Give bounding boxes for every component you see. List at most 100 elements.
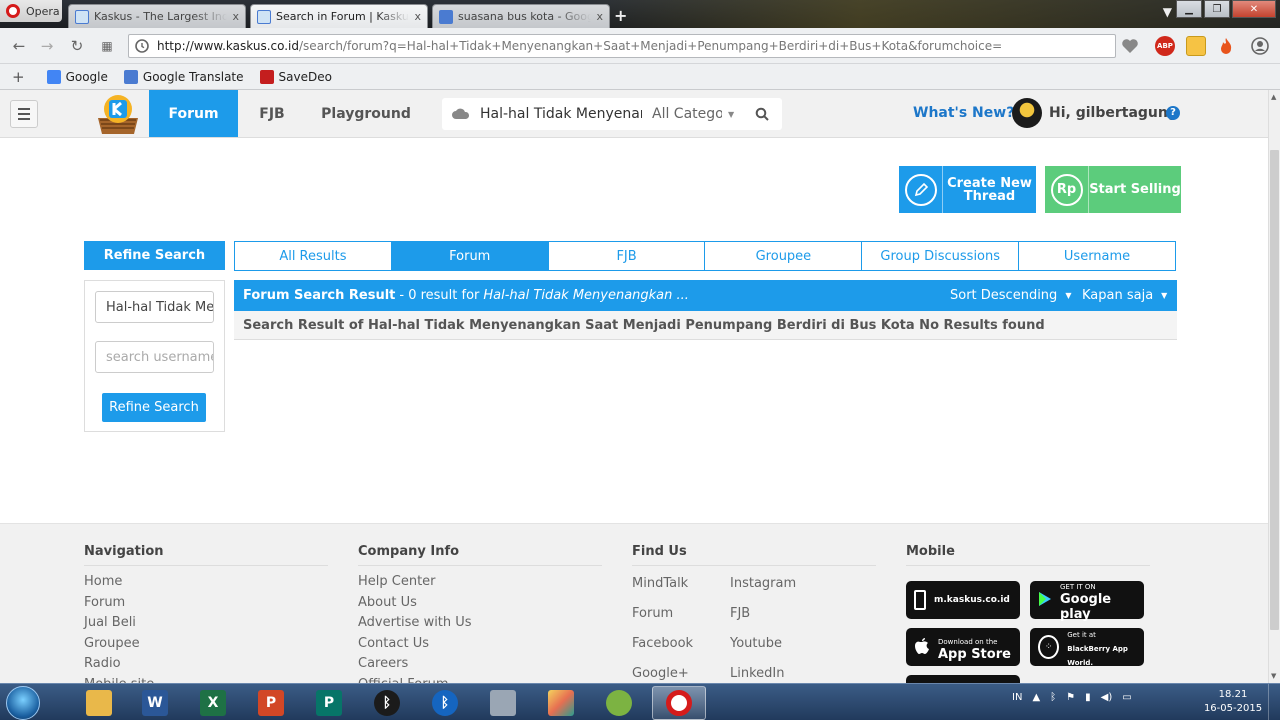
refine-query-input[interactable]: Hal-hal Tidak Menyenangkan: [95, 291, 214, 323]
taskbar-opera[interactable]: [652, 686, 706, 720]
taskbar-clock[interactable]: 18.21 16-05-2015: [1200, 688, 1266, 716]
tray-volume-icon[interactable]: ◀): [1101, 692, 1113, 703]
footer-link[interactable]: MindTalk: [632, 572, 730, 602]
blackberry-badge[interactable]: ⁘ Get it at BlackBerry App World.: [1030, 628, 1144, 667]
adblock-plus-icon[interactable]: ABP: [1155, 36, 1175, 56]
start-selling-button[interactable]: Rp Start Selling: [1045, 166, 1181, 213]
browser-tab[interactable]: suasana bus kota - Google Search x: [432, 4, 610, 28]
scroll-up-icon[interactable]: ▲: [1271, 93, 1276, 101]
taskbar-excel[interactable]: X: [188, 686, 238, 720]
tab-username[interactable]: Username: [1019, 242, 1175, 270]
tab-forum[interactable]: Forum: [391, 242, 549, 270]
footer-link[interactable]: FJB: [730, 602, 828, 632]
category-select[interactable]: All Categories ▼: [642, 106, 742, 122]
taskbar-word[interactable]: W: [130, 686, 180, 720]
tab-close-icon[interactable]: x: [232, 10, 239, 23]
footer-link[interactable]: Contact Us: [358, 634, 602, 655]
site-info-icon[interactable]: [135, 39, 149, 53]
folder-extension-icon[interactable]: [1186, 36, 1206, 56]
footer-link[interactable]: Groupee: [84, 634, 328, 655]
sort-dropdown[interactable]: Sort Descending ▼: [950, 288, 1071, 303]
tray-network-icon[interactable]: ▮: [1085, 692, 1091, 703]
taskbar-bluetooth[interactable]: ᛒ: [362, 686, 412, 720]
maximize-button[interactable]: ❐: [1204, 0, 1230, 18]
avatar[interactable]: [1012, 98, 1042, 128]
speed-dial-icon[interactable]: ▦: [98, 37, 116, 55]
footer-link[interactable]: Youtube: [730, 632, 828, 662]
google-play-badge[interactable]: GET IT ON Google play: [1030, 581, 1144, 622]
nav-fjb[interactable]: FJB: [250, 90, 294, 137]
scroll-thumb[interactable]: [1270, 150, 1279, 630]
footer-link[interactable]: Official Forum: [358, 675, 602, 684]
bookmark-google[interactable]: Google: [46, 69, 108, 84]
hamburger-menu-icon[interactable]: [10, 100, 38, 128]
tray-bluetooth-icon[interactable]: ᛒ: [1050, 692, 1056, 703]
footer-link[interactable]: Radio: [84, 654, 328, 675]
whats-new-link[interactable]: What's New?: [913, 105, 1014, 121]
footer-link[interactable]: Careers: [358, 654, 602, 675]
tray-battery-icon[interactable]: ▭: [1122, 692, 1131, 703]
tab-all-results[interactable]: All Results: [235, 242, 392, 270]
language-indicator[interactable]: IN: [1012, 692, 1022, 703]
app-store-badge[interactable]: Download on the App Store: [906, 628, 1020, 666]
footer-link[interactable]: LinkedIn: [730, 662, 828, 683]
page-scrollbar[interactable]: ▲ ▼: [1268, 90, 1280, 683]
tray-expand-icon[interactable]: ▲: [1032, 692, 1040, 703]
minimize-button[interactable]: ▁: [1176, 0, 1202, 18]
header-search-input[interactable]: Hal-hal Tidak Menyenangkan: [480, 106, 642, 122]
taskbar-bluetooth-2[interactable]: ᛒ: [420, 686, 470, 720]
tab-close-icon[interactable]: x: [596, 10, 603, 23]
nav-playground[interactable]: Playground: [316, 90, 416, 137]
address-field[interactable]: http://www.kaskus.co.id/search/forum?q=H…: [128, 34, 1116, 58]
footer-link[interactable]: Jual Beli: [84, 613, 328, 634]
footer-link[interactable]: Instagram: [730, 572, 828, 602]
flame-extension-icon[interactable]: [1216, 36, 1236, 56]
footer-link[interactable]: Google+: [632, 662, 730, 683]
footer-link[interactable]: Forum: [84, 593, 328, 614]
taskbar-paint[interactable]: [536, 686, 586, 720]
footer-link[interactable]: Facebook: [632, 632, 730, 662]
show-desktop-button[interactable]: [1268, 684, 1280, 721]
footer-link[interactable]: About Us: [358, 593, 602, 614]
mobile-site-badge[interactable]: m.kaskus.co.id: [906, 581, 1020, 619]
opera-menu-button[interactable]: Opera: [0, 0, 62, 22]
footer-link[interactable]: Mobile site: [84, 675, 328, 684]
footer-link[interactable]: Home: [84, 572, 328, 593]
heart-icon[interactable]: [1120, 36, 1140, 56]
taskbar-powerpoint[interactable]: P: [246, 686, 296, 720]
footer-link[interactable]: Advertise with Us: [358, 613, 602, 634]
extra-mobile-badge[interactable]: [906, 675, 1020, 683]
time-filter-dropdown[interactable]: Kapan saja ▼: [1082, 288, 1167, 303]
tab-groupee[interactable]: Groupee: [705, 242, 863, 270]
bookmark-savedeo[interactable]: SaveDeo: [259, 69, 332, 84]
taskbar-calculator[interactable]: [478, 686, 528, 720]
start-button[interactable]: [6, 686, 40, 720]
tab-group-discussions[interactable]: Group Discussions: [862, 242, 1020, 270]
reload-icon[interactable]: ↻: [68, 37, 86, 55]
new-tab-button[interactable]: +: [614, 6, 627, 25]
search-icon[interactable]: [742, 107, 782, 121]
tab-close-icon[interactable]: x: [414, 10, 421, 23]
tray-flag-icon[interactable]: ⚑: [1066, 692, 1075, 703]
close-window-button[interactable]: ✕: [1232, 0, 1276, 18]
create-thread-button[interactable]: Create New Thread: [899, 166, 1036, 213]
help-icon[interactable]: ?: [1166, 106, 1180, 120]
taskbar-corel[interactable]: [594, 686, 644, 720]
tab-menu-icon[interactable]: ▼: [1163, 5, 1172, 19]
add-bookmark-button[interactable]: +: [12, 68, 25, 86]
browser-tab-active[interactable]: Search in Forum | Kaskus - The Largest I…: [250, 4, 428, 28]
scroll-down-icon[interactable]: ▼: [1271, 672, 1276, 680]
bookmark-google-translate[interactable]: Google Translate: [123, 69, 244, 84]
taskbar-publisher[interactable]: P: [304, 686, 354, 720]
forward-icon[interactable]: →: [38, 37, 56, 55]
nav-forum[interactable]: Forum: [149, 90, 238, 137]
tab-fjb[interactable]: FJB: [548, 242, 706, 270]
back-icon[interactable]: ←: [10, 37, 28, 55]
taskbar-explorer[interactable]: [74, 686, 124, 720]
footer-link[interactable]: Forum: [632, 602, 730, 632]
chat-cloud-icon[interactable]: [442, 108, 480, 120]
account-icon[interactable]: [1250, 36, 1270, 56]
kaskus-logo[interactable]: [92, 92, 144, 136]
browser-tab[interactable]: Kaskus - The Largest Indonesian Communit…: [68, 4, 246, 28]
footer-link[interactable]: Help Center: [358, 572, 602, 593]
